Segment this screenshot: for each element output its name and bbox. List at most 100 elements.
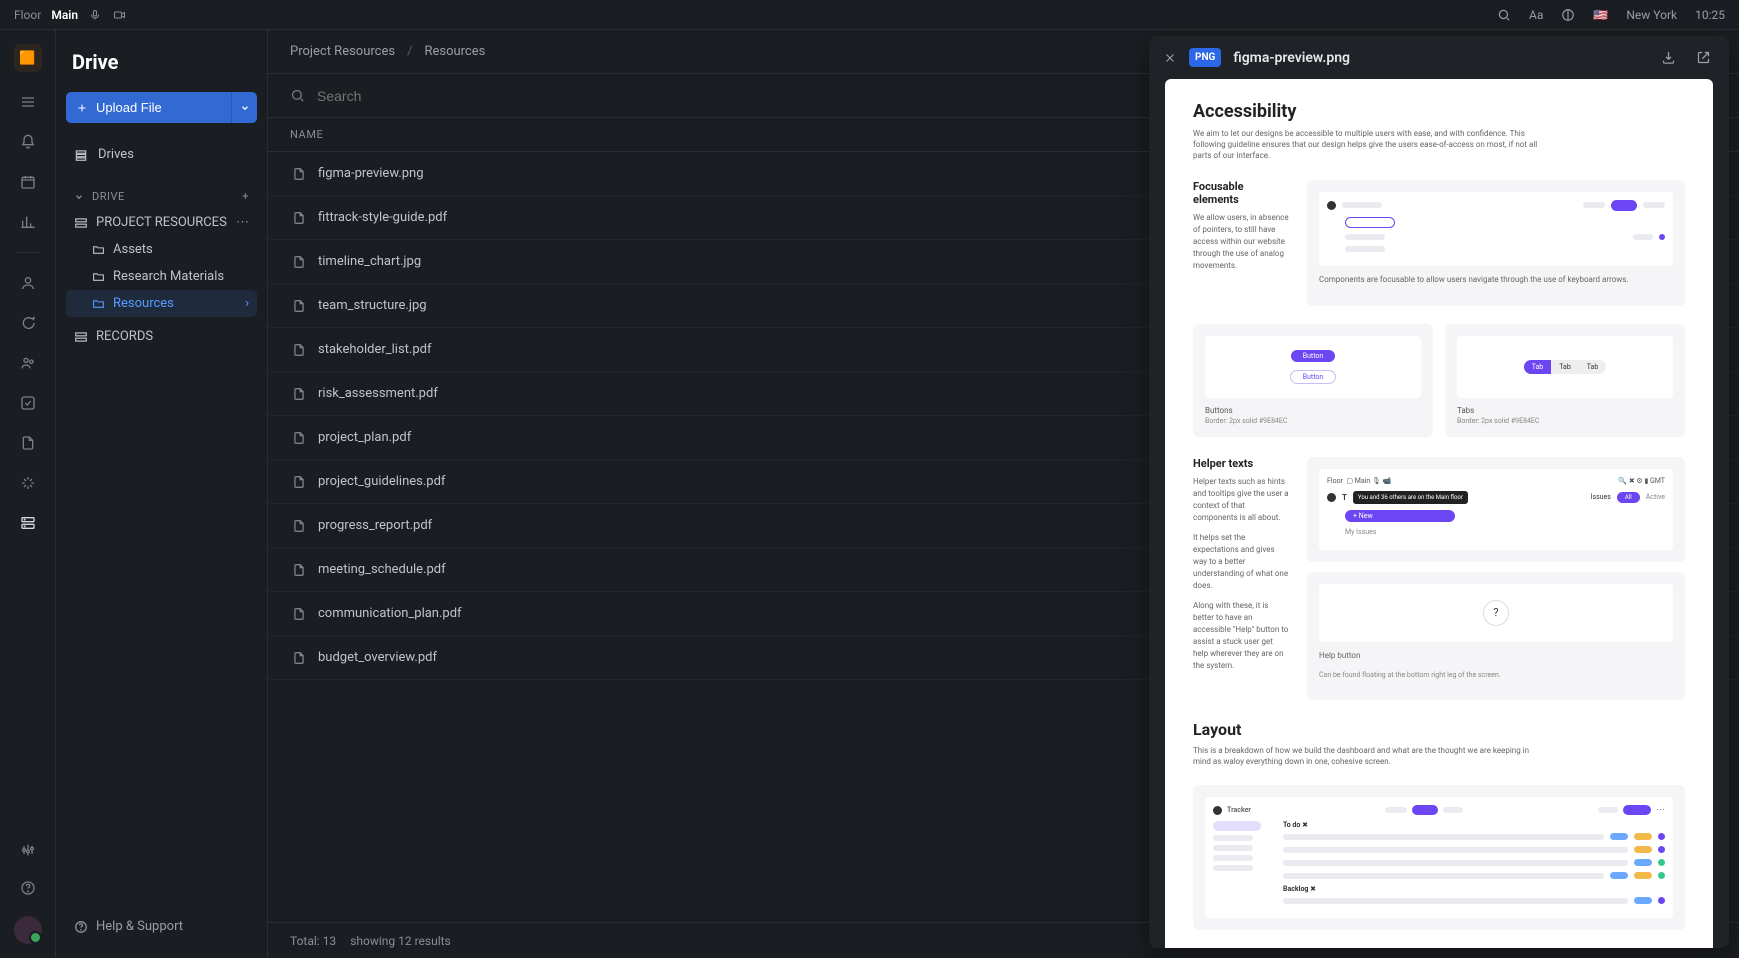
buttons-cap: Buttons bbox=[1205, 406, 1421, 415]
tabs-sub: Border: 2px solid #9E84EC bbox=[1457, 417, 1673, 425]
file-name: project_guidelines.pdf bbox=[318, 474, 445, 489]
help-support-label: Help & Support bbox=[96, 919, 183, 934]
tree-assets[interactable]: Assets bbox=[66, 236, 257, 263]
file-icon bbox=[290, 165, 308, 183]
file-name: communication_plan.pdf bbox=[318, 606, 462, 621]
status-total-prefix: Total: bbox=[290, 934, 320, 948]
file-icon bbox=[290, 561, 308, 579]
drives-link[interactable]: Drives bbox=[66, 139, 257, 170]
theme-icon[interactable] bbox=[1561, 8, 1575, 22]
search-input[interactable] bbox=[317, 88, 498, 104]
sidebar-title: Drive bbox=[66, 44, 257, 92]
demo-button-filled: Button bbox=[1291, 350, 1336, 362]
upload-button[interactable]: Upload File bbox=[66, 92, 231, 123]
tree-research-label: Research Materials bbox=[113, 269, 224, 284]
upload-dropdown[interactable] bbox=[231, 92, 257, 123]
help-support[interactable]: Help & Support bbox=[66, 909, 257, 944]
s2-p3: Along with these, it is better to have a… bbox=[1193, 600, 1289, 672]
crumb-sep: / bbox=[407, 44, 412, 59]
file-name: stakeholder_list.pdf bbox=[318, 342, 431, 357]
bell-icon[interactable] bbox=[18, 132, 38, 152]
status-total: 13 bbox=[323, 934, 337, 948]
demo-tabs: Tab Tab Tab bbox=[1524, 360, 1607, 374]
sparkle-icon[interactable] bbox=[18, 473, 38, 493]
floor-main[interactable]: Main bbox=[51, 8, 78, 22]
close-icon[interactable] bbox=[1163, 51, 1177, 65]
team-icon[interactable] bbox=[18, 353, 38, 373]
flag-icon[interactable]: 🇺🇸 bbox=[1593, 8, 1608, 22]
crumb-b[interactable]: Resources bbox=[424, 44, 485, 59]
settings-icon[interactable] bbox=[18, 840, 38, 860]
tree-resources[interactable]: Resources › bbox=[66, 290, 257, 317]
preview-filename: figma-preview.png bbox=[1233, 50, 1350, 66]
tooltip-demo: You and 36 others are on the Main floor bbox=[1353, 491, 1468, 504]
drive-icon[interactable] bbox=[18, 513, 38, 533]
menu-icon[interactable] bbox=[18, 92, 38, 112]
preview-panel: PNG figma-preview.png Accessibility We a… bbox=[1149, 36, 1729, 948]
add-drive-button[interactable]: + bbox=[242, 190, 249, 203]
file-icon bbox=[290, 517, 308, 535]
tree-project-resources[interactable]: PROJECT RESOURCES ⋯ bbox=[66, 209, 257, 236]
upload-label: Upload File bbox=[96, 100, 162, 115]
tree-records[interactable]: RECORDS bbox=[66, 323, 257, 350]
font-size-icon[interactable]: Aa bbox=[1529, 8, 1543, 22]
clock-label: 10:25 bbox=[1695, 8, 1725, 22]
analytics-icon[interactable] bbox=[18, 212, 38, 232]
section-drive-label: DRIVE bbox=[92, 190, 125, 203]
location-label: New York bbox=[1626, 8, 1677, 22]
section-drive[interactable]: DRIVE + bbox=[66, 184, 257, 209]
s2-p2: It helps set the expectations and gives … bbox=[1193, 532, 1289, 592]
file-name: meeting_schedule.pdf bbox=[318, 562, 446, 577]
search-icon bbox=[290, 88, 305, 103]
file-icon bbox=[290, 341, 308, 359]
crumb-a[interactable]: Project Resources bbox=[290, 44, 395, 59]
help-icon[interactable] bbox=[18, 878, 38, 898]
open-external-icon[interactable] bbox=[1692, 46, 1715, 69]
sidebar: Drive Upload File Drives DRIVE + PROJECT… bbox=[56, 30, 268, 958]
document-icon[interactable] bbox=[18, 433, 38, 453]
file-name: fittrack-style-guide.pdf bbox=[318, 210, 447, 225]
filetype-badge: PNG bbox=[1189, 48, 1221, 67]
checkbox-icon[interactable] bbox=[18, 393, 38, 413]
calendar-icon[interactable] bbox=[18, 172, 38, 192]
help-cap: Help button bbox=[1319, 650, 1673, 662]
tabs-cap: Tabs bbox=[1457, 406, 1673, 415]
file-icon bbox=[290, 253, 308, 271]
preview-image: Accessibility We aim to let our designs … bbox=[1165, 79, 1713, 948]
avatar[interactable] bbox=[14, 916, 42, 944]
doc-sub: We aim to let our designs be accessible … bbox=[1193, 128, 1543, 162]
mic-icon[interactable] bbox=[88, 8, 102, 22]
icon-rail: 🟧 bbox=[0, 30, 56, 958]
video-icon[interactable] bbox=[112, 8, 126, 22]
drives-label: Drives bbox=[98, 147, 134, 162]
tree-research[interactable]: Research Materials bbox=[66, 263, 257, 290]
s3-p: This is a breakdown of how we build the … bbox=[1193, 745, 1543, 767]
tree-project-resources-label: PROJECT RESOURCES bbox=[96, 215, 227, 230]
file-icon bbox=[290, 605, 308, 623]
file-name: timeline_chart.jpg bbox=[318, 254, 421, 269]
status-showing: showing 12 results bbox=[350, 934, 451, 948]
file-icon bbox=[290, 385, 308, 403]
download-icon[interactable] bbox=[1657, 46, 1680, 69]
file-name: progress_report.pdf bbox=[318, 518, 432, 533]
app-logo[interactable]: 🟧 bbox=[14, 44, 42, 72]
search-icon[interactable] bbox=[1497, 8, 1511, 22]
file-icon bbox=[290, 297, 308, 315]
doc-h1: Accessibility bbox=[1193, 101, 1685, 122]
s1-p: We allow users, in absence of pointers, … bbox=[1193, 212, 1289, 272]
file-icon bbox=[290, 649, 308, 667]
s1-caption: Components are focusable to allow users … bbox=[1319, 274, 1673, 286]
s3-h: Layout bbox=[1193, 720, 1685, 739]
user-icon[interactable] bbox=[18, 273, 38, 293]
help-button-demo: ? bbox=[1483, 600, 1509, 626]
s1-h: Focusable elements bbox=[1193, 180, 1289, 206]
more-icon[interactable]: ⋯ bbox=[236, 215, 249, 230]
chat-icon[interactable] bbox=[18, 313, 38, 333]
s2-h: Helper texts bbox=[1193, 457, 1289, 470]
tree-records-label: RECORDS bbox=[96, 329, 153, 344]
file-icon bbox=[290, 429, 308, 447]
file-name: figma-preview.png bbox=[318, 166, 424, 181]
col-name[interactable]: NAME bbox=[290, 128, 1197, 141]
file-name: budget_overview.pdf bbox=[318, 650, 437, 665]
help-sub: Can be found floating at the bottom righ… bbox=[1319, 670, 1673, 681]
